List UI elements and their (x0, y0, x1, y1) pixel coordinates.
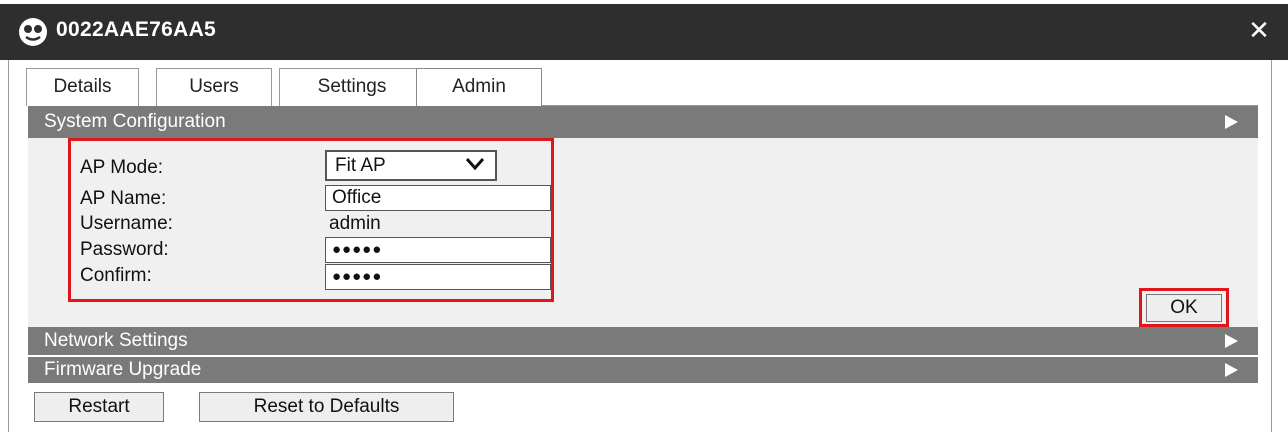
tab-details[interactable]: Details (26, 68, 139, 106)
expand-arrow-icon (1225, 363, 1238, 377)
section-label: Network Settings (44, 330, 188, 351)
tab-settings[interactable]: Settings (279, 68, 425, 106)
chevron-down-icon (465, 158, 485, 171)
ap-config-window: 0022AAE76AA5 ✕ Details Users Settings Ad… (0, 0, 1288, 432)
ok-button[interactable]: OK (1146, 294, 1222, 322)
tab-admin[interactable]: Admin (416, 68, 542, 107)
ap-mode-value: Fit AP (335, 155, 386, 176)
ap-name-label: AP Name: (80, 188, 167, 209)
section-label: System Configuration (44, 111, 226, 132)
tab-users[interactable]: Users (156, 68, 272, 106)
section-firmware-upgrade[interactable]: Firmware Upgrade (28, 357, 1258, 383)
confirm-password-input[interactable]: ●●●●● (325, 264, 551, 290)
close-icon[interactable]: ✕ (1246, 16, 1272, 44)
password-label: Password: (80, 239, 169, 260)
wireless-ap-logo-icon (19, 18, 47, 46)
password-input[interactable]: ●●●●● (325, 237, 551, 263)
restart-button[interactable]: Restart (34, 392, 164, 422)
section-system-configuration[interactable]: System Configuration (28, 106, 1258, 138)
ap-name-input[interactable]: Office (325, 185, 551, 211)
expand-arrow-icon (1225, 334, 1238, 348)
ap-mode-label: AP Mode: (80, 157, 164, 178)
section-network-settings[interactable]: Network Settings (28, 327, 1258, 355)
reset-to-defaults-button[interactable]: Reset to Defaults (199, 392, 454, 422)
confirm-label: Confirm: (80, 265, 152, 286)
title-bar: 0022AAE76AA5 ✕ (0, 4, 1288, 60)
section-label: Firmware Upgrade (44, 359, 202, 380)
username-label: Username: (80, 213, 173, 234)
ap-mode-select[interactable]: Fit AP (325, 150, 497, 181)
window-title: 0022AAE76AA5 (56, 18, 217, 41)
expand-arrow-icon (1225, 115, 1238, 129)
username-value: admin (329, 213, 381, 234)
